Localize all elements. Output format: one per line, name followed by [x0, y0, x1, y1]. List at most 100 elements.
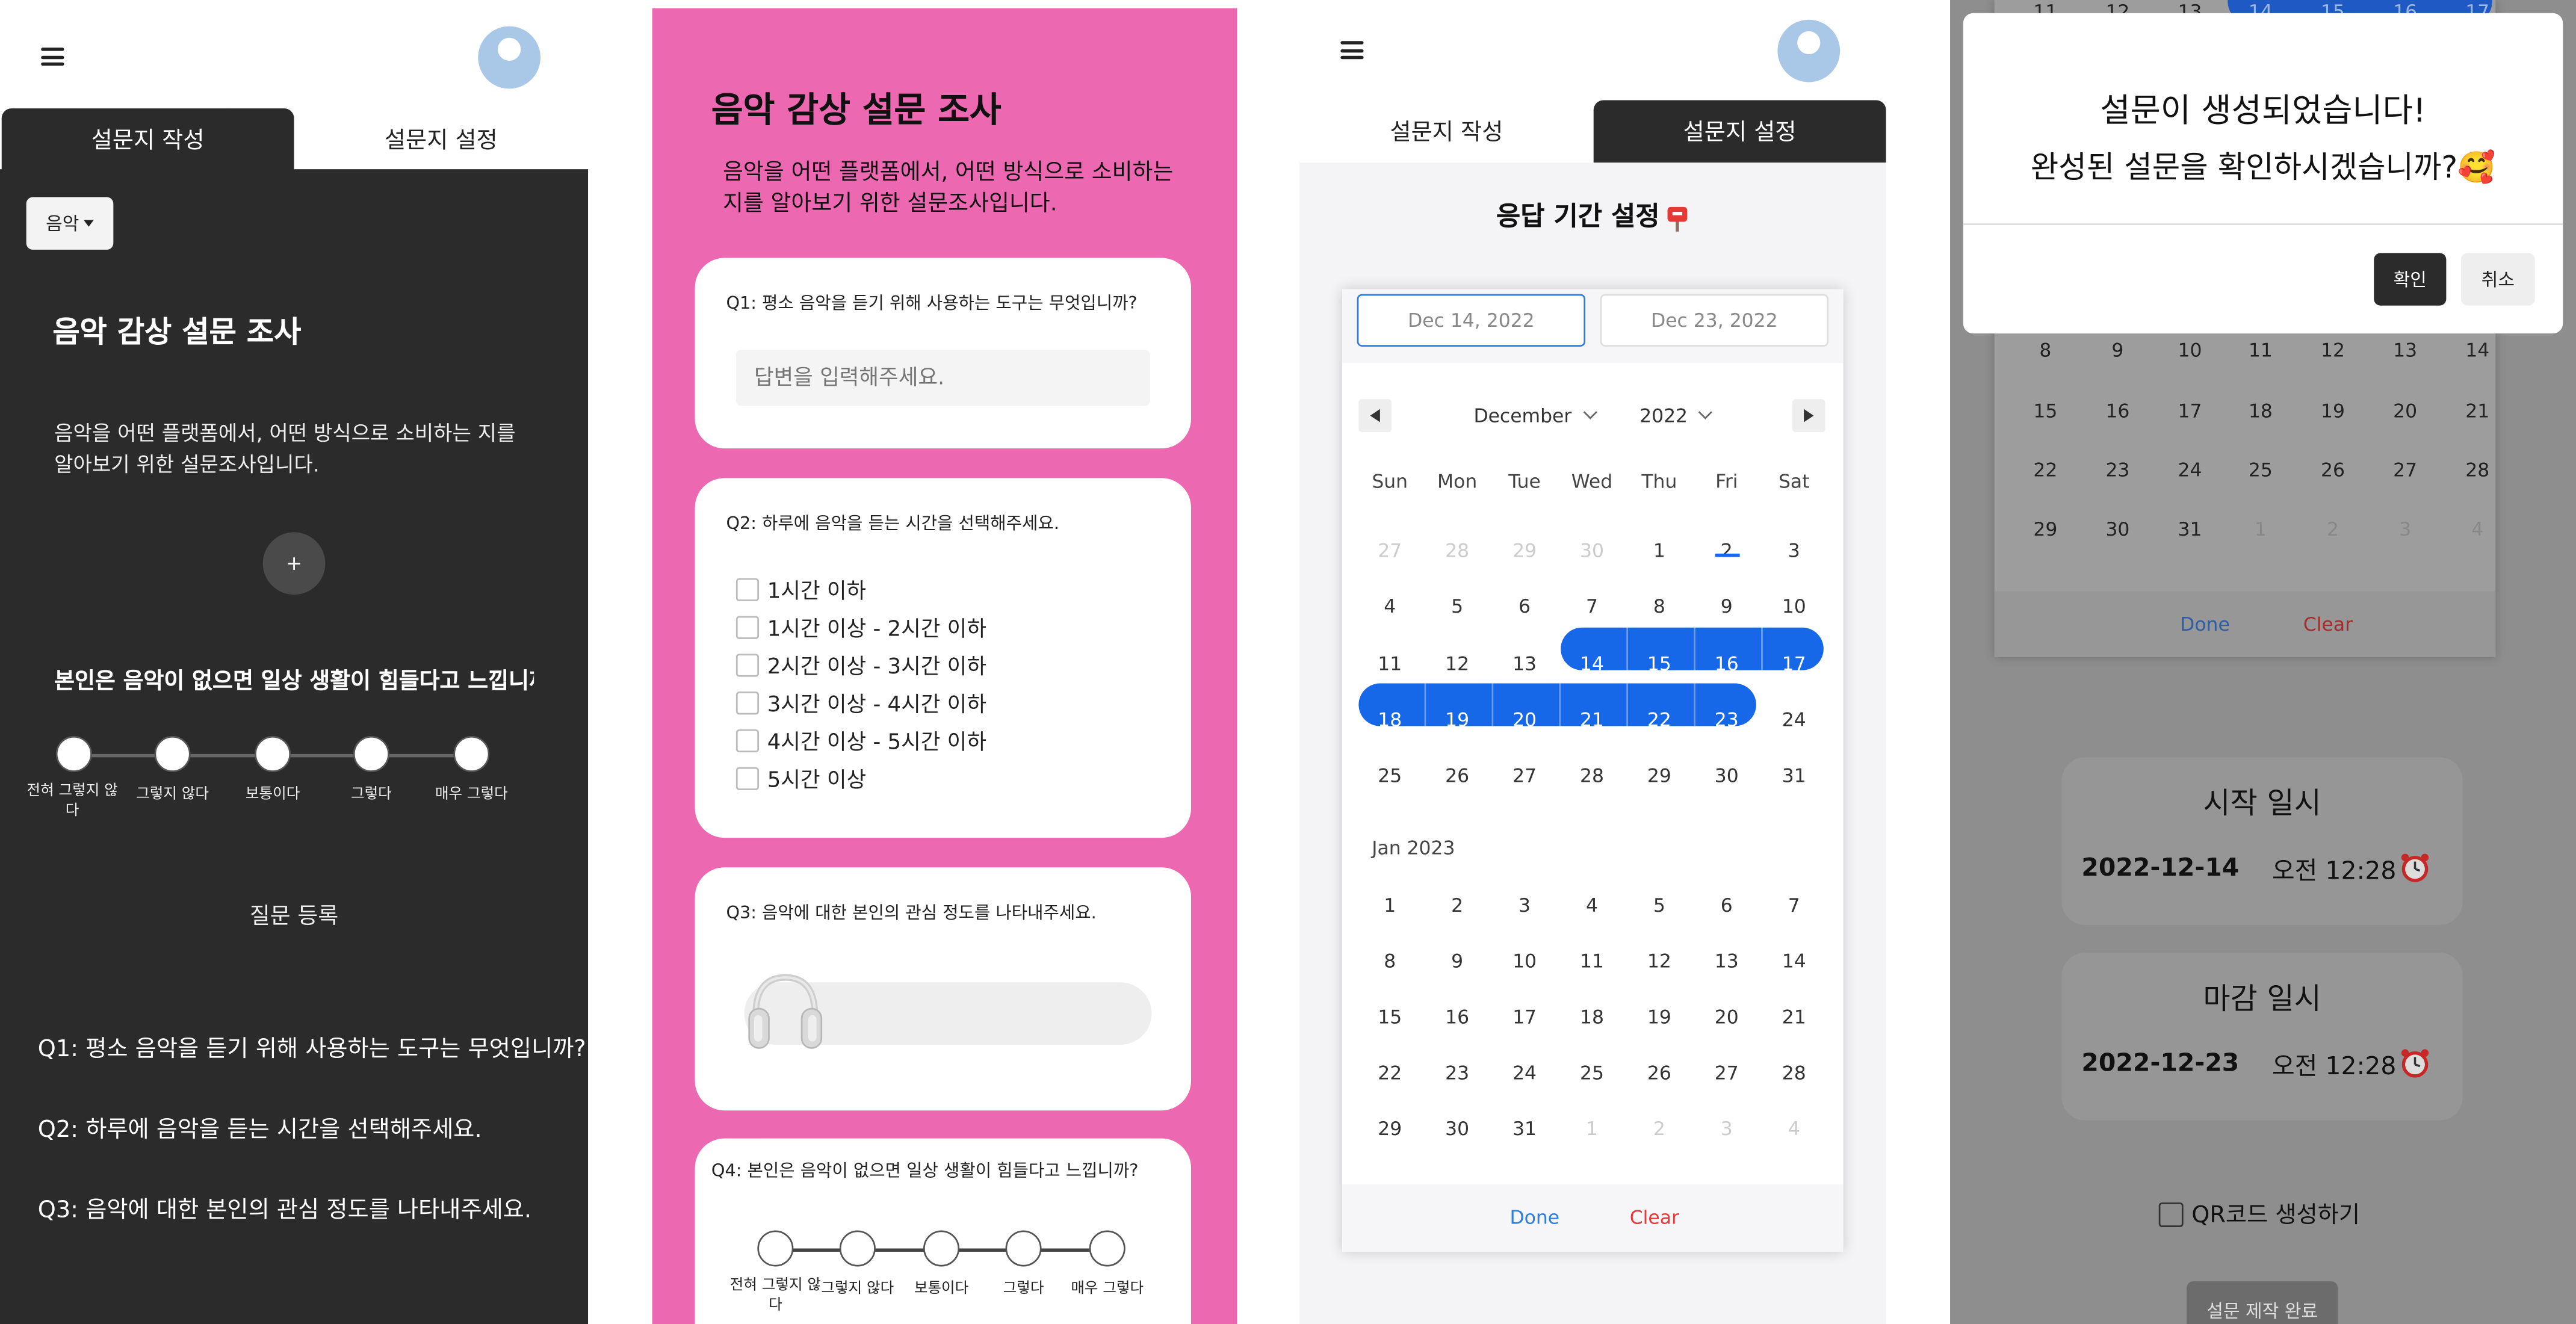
calendar-day[interactable]: 5 — [1425, 586, 1490, 626]
calendar-day[interactable]: 26 — [1425, 756, 1490, 796]
calendar-day[interactable]: 5 — [1626, 885, 1692, 925]
likert-option[interactable] — [55, 735, 92, 772]
time-option[interactable]: 2시간 이상 - 3시간 이하 — [735, 649, 986, 680]
calendar-day[interactable]: 29 — [1357, 1109, 1423, 1148]
calendar-day[interactable]: 22 — [2009, 459, 2081, 481]
likert-option[interactable] — [839, 1230, 876, 1267]
calendar-day[interactable]: 28 — [2441, 459, 2513, 481]
calendar-day[interactable]: 1 — [1559, 1109, 1624, 1148]
calendar-day[interactable]: 24 — [1761, 700, 1827, 740]
calendar-day[interactable]: 31 — [2154, 518, 2226, 540]
calendar-day[interactable]: 13 — [1694, 941, 1759, 981]
calendar-day[interactable]: 17 — [1491, 997, 1557, 1037]
calendar-day[interactable]: 19 — [1626, 997, 1692, 1037]
calendar-day[interactable]: 28 — [1761, 1053, 1827, 1093]
calendar-day[interactable]: 6 — [1491, 586, 1557, 626]
calendar-day[interactable]: 30 — [1694, 756, 1759, 796]
survey-description[interactable]: 음악을 어떤 플랫폼에서, 어떤 방식으로 소비하는 지를 알아보기 위한 설문… — [54, 417, 531, 480]
calendar-day[interactable]: 7 — [1559, 586, 1624, 626]
calendar-day[interactable]: 1 — [1357, 885, 1423, 925]
menu-icon[interactable] — [1340, 41, 1364, 60]
calendar-day[interactable]: 12 — [1626, 941, 1692, 981]
checkbox[interactable] — [735, 653, 760, 676]
next-month-button[interactable] — [1792, 399, 1825, 432]
calendar-day[interactable]: 9 — [1694, 586, 1759, 626]
survey-title[interactable]: 음악 감상 설문 조사 — [52, 309, 301, 351]
tab-survey-write[interactable]: 설문지 작성 — [1299, 100, 1594, 163]
calendar-day[interactable]: 30 — [1425, 1109, 1490, 1148]
finish-survey-button[interactable]: 설문 제작 완료 — [2187, 1281, 2338, 1324]
calendar-day[interactable]: 21 — [1761, 997, 1827, 1037]
calendar-day[interactable]: 8 — [1357, 941, 1423, 981]
calendar-day[interactable]: 20 — [1491, 698, 1557, 741]
calendar-day[interactable]: 4 — [1559, 885, 1624, 925]
calendar-day[interactable]: 11 — [2225, 338, 2297, 361]
calendar-day[interactable]: 15 — [1357, 997, 1423, 1037]
cancel-button[interactable]: 취소 — [2460, 253, 2535, 306]
tab-survey-write[interactable]: 설문지 작성 — [1, 108, 294, 171]
time-option[interactable]: 3시간 이상 - 4시간 이하 — [735, 687, 986, 718]
done-button[interactable]: Done — [1510, 1206, 1560, 1229]
likert-option[interactable] — [757, 1230, 794, 1267]
calendar-day[interactable]: 3 — [1491, 885, 1557, 925]
category-dropdown[interactable]: 음악 — [26, 197, 114, 250]
calendar-day[interactable]: 11 — [1559, 941, 1624, 981]
calendar-day[interactable]: 18 — [2225, 399, 2297, 422]
calendar-day[interactable]: 21 — [1559, 698, 1624, 741]
start-date-input[interactable]: Dec 14, 2022 — [1357, 294, 1586, 347]
time-option[interactable]: 1시간 이상 - 2시간 이하 — [735, 611, 986, 642]
calendar-day[interactable]: 20 — [1694, 997, 1759, 1037]
calendar-day[interactable]: 25 — [2225, 459, 2297, 481]
question-list-item[interactable]: Q1: 평소 음악을 듣기 위해 사용하는 도구는 무엇입니까? — [38, 1032, 586, 1065]
calendar-day[interactable]: 2 — [2297, 518, 2369, 540]
calendar-day[interactable]: 30 — [1559, 531, 1624, 571]
add-question-button[interactable]: + — [262, 532, 326, 595]
checkbox[interactable] — [735, 728, 760, 752]
calendar-day[interactable]: 31 — [1491, 1109, 1557, 1148]
calendar-day[interactable]: 26 — [1626, 1053, 1692, 1093]
likert-option[interactable] — [353, 735, 389, 772]
answer-input[interactable] — [735, 350, 1150, 406]
tab-survey-settings[interactable]: 설문지 설정 — [1593, 100, 1886, 163]
checkbox[interactable] — [735, 690, 760, 714]
calendar-day[interactable]: 9 — [2081, 338, 2153, 361]
calendar-day[interactable]: 18 — [1559, 997, 1624, 1037]
calendar-day[interactable]: 22 — [1626, 698, 1692, 741]
calendar-day[interactable]: 3 — [1694, 1109, 1759, 1148]
calendar-day[interactable]: 19 — [2297, 399, 2369, 422]
calendar-day[interactable]: 14 — [1761, 941, 1827, 981]
calendar-day[interactable]: 17 — [2154, 399, 2226, 422]
end-date-input[interactable]: Dec 23, 2022 — [1600, 294, 1829, 347]
calendar-day[interactable]: 1 — [1626, 531, 1692, 571]
calendar-day[interactable]: 21 — [2441, 399, 2513, 422]
tab-survey-settings[interactable]: 설문지 설정 — [294, 108, 589, 171]
done-button[interactable]: Done — [2180, 613, 2230, 636]
calendar-day[interactable]: 3 — [1761, 531, 1827, 571]
calendar-day[interactable]: 29 — [1626, 756, 1692, 796]
calendar-day[interactable]: 8 — [1626, 586, 1692, 626]
menu-icon[interactable] — [41, 48, 64, 66]
calendar-day[interactable]: 1 — [2225, 518, 2297, 540]
clear-button[interactable]: Clear — [2303, 613, 2353, 636]
calendar-day[interactable]: 24 — [1491, 1053, 1557, 1093]
confirm-button[interactable]: 확인 — [2374, 253, 2447, 306]
register-question-button[interactable]: 질문 등록 — [0, 897, 588, 930]
calendar-day[interactable]: 15 — [1626, 642, 1692, 685]
calendar-day[interactable]: 16 — [1694, 642, 1759, 685]
calendar-day[interactable]: 2 — [1425, 885, 1490, 925]
avatar[interactable] — [478, 26, 541, 89]
qr-checkbox[interactable] — [2158, 1201, 2184, 1227]
calendar-day[interactable]: 31 — [1761, 756, 1827, 796]
calendar-day[interactable]: 23 — [1694, 698, 1759, 741]
likert-option[interactable] — [1005, 1230, 1042, 1267]
calendar-day[interactable]: 17 — [1761, 642, 1827, 685]
month-select[interactable]: December — [1473, 404, 1597, 427]
calendar-day[interactable]: 15 — [2009, 399, 2081, 422]
calendar-day[interactable]: 14 — [2441, 338, 2513, 361]
calendar-day[interactable]: 27 — [1694, 1053, 1759, 1093]
calendar-day[interactable]: 28 — [1425, 531, 1490, 571]
calendar-day[interactable]: 9 — [1425, 941, 1490, 981]
checkbox[interactable] — [735, 615, 760, 639]
calendar-day[interactable]: 3 — [2369, 518, 2441, 540]
calendar-day[interactable]: 4 — [2441, 518, 2513, 540]
